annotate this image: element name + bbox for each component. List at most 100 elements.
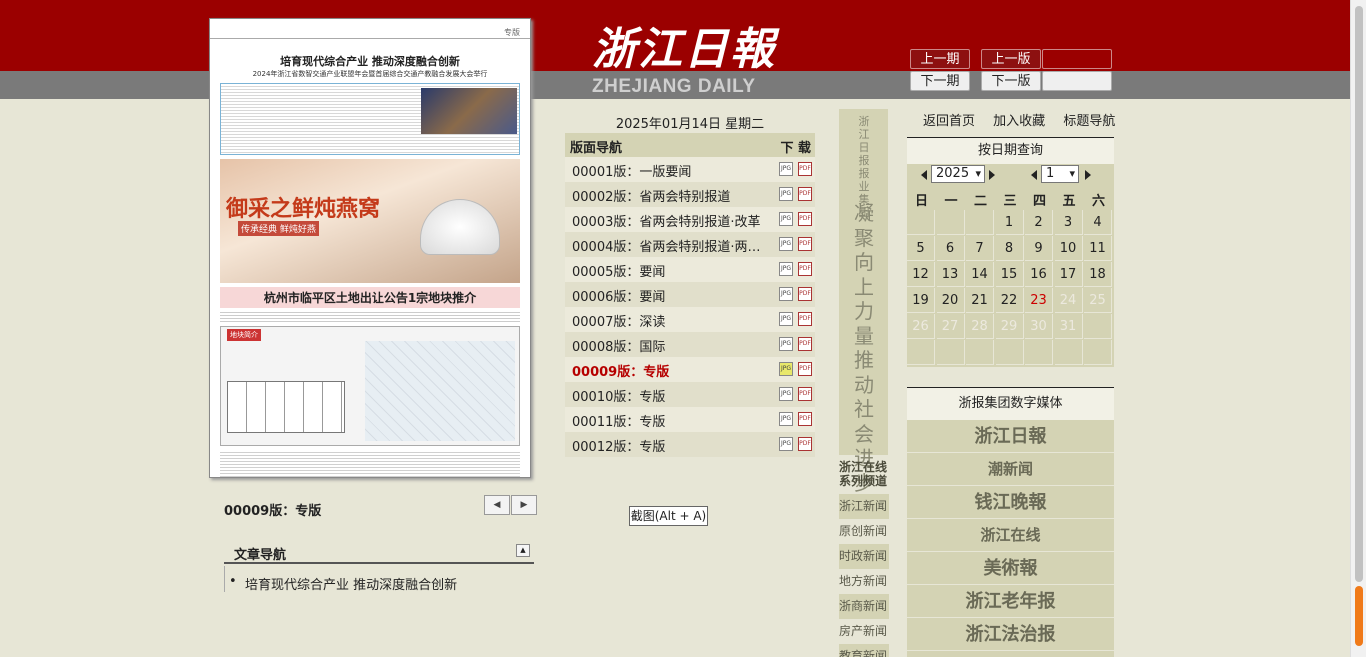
- pdf-download-icon[interactable]: PDF: [798, 312, 812, 326]
- jpg-download-icon[interactable]: JPG: [779, 312, 793, 326]
- calendar-day[interactable]: 20: [936, 288, 965, 313]
- favorite-link[interactable]: 加入收藏: [993, 114, 1045, 129]
- page-link[interactable]: 00005版：要闻: [572, 261, 772, 280]
- media-logo-link[interactable]: 钱江晚報: [907, 486, 1114, 519]
- calendar-day[interactable]: 2: [1025, 210, 1053, 235]
- jpg-download-icon[interactable]: JPG: [779, 387, 793, 401]
- calendar-day[interactable]: 21: [966, 288, 994, 313]
- media-logo-link[interactable]: 浙江在线: [907, 519, 1114, 552]
- prev-issue-button[interactable]: 上一期: [910, 49, 970, 69]
- next-page-button[interactable]: 下一版: [981, 71, 1041, 91]
- paper-headline-2[interactable]: 杭州市临平区土地出让公告1宗地块推介: [220, 287, 520, 308]
- calendar-day[interactable]: 6: [936, 236, 965, 261]
- calendar-day[interactable]: 15: [995, 262, 1024, 287]
- pdf-download-icon[interactable]: PDF: [798, 262, 812, 276]
- calendar-day[interactable]: 12: [907, 262, 935, 287]
- media-logo-link[interactable]: 浙江日報: [907, 420, 1114, 453]
- page-link[interactable]: 00012版：专版: [572, 436, 772, 455]
- page-row[interactable]: 00012版：专版 JPG PDF: [565, 432, 815, 457]
- pdf-download-icon[interactable]: PDF: [798, 412, 812, 426]
- calendar-day[interactable]: 19: [907, 288, 935, 313]
- pdf-download-icon[interactable]: PDF: [798, 362, 812, 376]
- jpg-download-icon[interactable]: JPG: [779, 437, 793, 451]
- zjol-channels-title[interactable]: 浙江在线系列频道: [839, 460, 889, 488]
- paper-article-block[interactable]: [220, 83, 520, 155]
- channel-link[interactable]: 原创新闻: [839, 519, 889, 544]
- page-link[interactable]: 00010版：专版: [572, 386, 772, 405]
- page-link[interactable]: 00007版：深读: [572, 311, 772, 330]
- pdf-download-icon[interactable]: PDF: [798, 337, 812, 351]
- jpg-download-icon[interactable]: JPG: [779, 237, 793, 251]
- media-logo-link[interactable]: 美術報: [907, 552, 1114, 585]
- next-issue-button[interactable]: 下一期: [910, 71, 970, 91]
- page-row[interactable]: 00009版：专版 JPG PDF: [565, 357, 815, 382]
- calendar-day[interactable]: 5: [907, 236, 935, 261]
- channel-link[interactable]: 地方新闻: [839, 569, 889, 594]
- pdf-download-icon[interactable]: PDF: [798, 437, 812, 451]
- calendar-day[interactable]: 22: [995, 288, 1024, 313]
- jpg-download-icon[interactable]: JPG: [779, 262, 793, 276]
- home-link[interactable]: 返回首页: [923, 114, 975, 129]
- pdf-download-icon[interactable]: PDF: [798, 387, 812, 401]
- next-year-arrow-icon[interactable]: [989, 170, 995, 180]
- page-link[interactable]: 00004版：省两会特别报道·两会...: [572, 236, 772, 255]
- channel-link[interactable]: 教育新闻: [839, 644, 889, 657]
- page-row[interactable]: 00007版：深读 JPG PDF: [565, 307, 815, 332]
- next-arrow-button[interactable]: ▶: [511, 495, 537, 515]
- jpg-download-icon[interactable]: JPG: [779, 362, 793, 376]
- pdf-download-icon[interactable]: PDF: [798, 162, 812, 176]
- paper-headline-1[interactable]: 培育现代综合产业 推动深度融合创新: [210, 53, 530, 69]
- page-row[interactable]: 00002版：省两会特别报道 JPG PDF: [565, 182, 815, 207]
- page-row[interactable]: 00004版：省两会特别报道·两会... JPG PDF: [565, 232, 815, 257]
- calendar-day[interactable]: 3: [1054, 210, 1083, 235]
- pdf-download-icon[interactable]: PDF: [798, 287, 812, 301]
- media-logo-link[interactable]: 潮新闻: [907, 453, 1114, 486]
- jpg-download-icon[interactable]: JPG: [779, 412, 793, 426]
- calendar-day[interactable]: 16: [1025, 262, 1053, 287]
- prev-arrow-button[interactable]: ◀: [484, 495, 510, 515]
- page-link[interactable]: 00001版：一版要闻: [572, 161, 772, 180]
- channel-link[interactable]: 浙商新闻: [839, 594, 889, 619]
- page-scrollbar[interactable]: [1350, 0, 1366, 657]
- prev-year-arrow-icon[interactable]: [921, 170, 927, 180]
- page-row[interactable]: 00008版：国际 JPG PDF: [565, 332, 815, 357]
- jpg-download-icon[interactable]: JPG: [779, 212, 793, 226]
- calendar-day[interactable]: 18: [1084, 262, 1112, 287]
- collapse-icon[interactable]: ▲: [516, 544, 530, 557]
- calendar-day[interactable]: 17: [1054, 262, 1083, 287]
- pdf-download-icon[interactable]: PDF: [798, 237, 812, 251]
- calendar-day[interactable]: 23: [1025, 288, 1053, 313]
- page-link[interactable]: 00006版：要闻: [572, 286, 772, 305]
- calendar-day[interactable]: 10: [1054, 236, 1083, 261]
- page-link[interactable]: 00008版：国际: [572, 336, 772, 355]
- zhejiang-daily-logo[interactable]: 浙江日報 ZHEJIANG DAILY: [592, 26, 792, 102]
- page-link[interactable]: 00011版：专版: [572, 411, 772, 430]
- calendar-day[interactable]: 9: [1025, 236, 1053, 261]
- channel-link[interactable]: 浙江新闻: [839, 494, 889, 519]
- calendar-day[interactable]: 8: [995, 236, 1024, 261]
- media-logo-link[interactable]: 浙江老年报: [907, 585, 1114, 618]
- page-link[interactable]: 00002版：省两会特别报道: [572, 186, 772, 205]
- jpg-download-icon[interactable]: JPG: [779, 337, 793, 351]
- newspaper-page-image[interactable]: 专版 培育现代综合产业 推动深度融合创新 2024年浙江省数智交通产业联盟年会暨…: [209, 18, 531, 478]
- prev-page-button[interactable]: 上一版: [981, 49, 1041, 69]
- channel-link[interactable]: 时政新闻: [839, 544, 889, 569]
- channel-link[interactable]: 房产新闻: [839, 619, 889, 644]
- page-link[interactable]: 00003版：省两会特别报道·改革: [572, 211, 772, 230]
- page-row[interactable]: 00006版：要闻 JPG PDF: [565, 282, 815, 307]
- jpg-download-icon[interactable]: JPG: [779, 287, 793, 301]
- month-select[interactable]: 1: [1041, 165, 1079, 183]
- next-month-arrow-icon[interactable]: [1085, 170, 1091, 180]
- year-select[interactable]: 2025: [931, 165, 985, 183]
- jpg-download-icon[interactable]: JPG: [779, 187, 793, 201]
- jpg-download-icon[interactable]: JPG: [779, 162, 793, 176]
- scroll-thumb[interactable]: [1355, 6, 1363, 582]
- calendar-day[interactable]: 1: [995, 210, 1024, 235]
- page-link[interactable]: 00009版：专版: [572, 361, 772, 380]
- calendar-day[interactable]: 4: [1084, 210, 1112, 235]
- page-row[interactable]: 00003版：省两会特别报道·改革 JPG PDF: [565, 207, 815, 232]
- calendar-day[interactable]: 11: [1084, 236, 1112, 261]
- page-row[interactable]: 00010版：专版 JPG PDF: [565, 382, 815, 407]
- pdf-download-icon[interactable]: PDF: [798, 187, 812, 201]
- article-link[interactable]: 培育现代综合产业 推动深度融合创新: [229, 574, 457, 593]
